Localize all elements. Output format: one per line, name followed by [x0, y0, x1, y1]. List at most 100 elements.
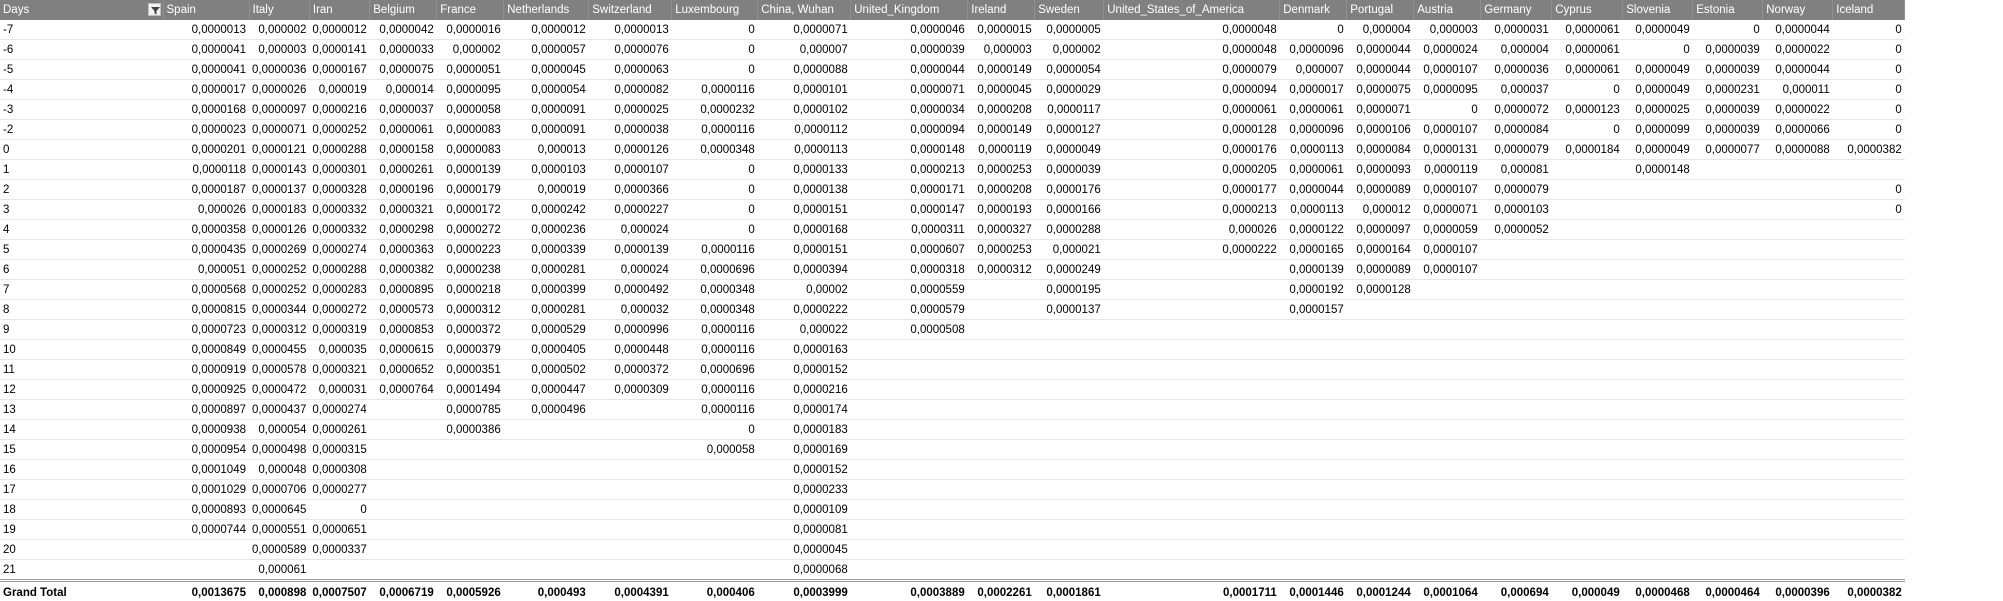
value-cell[interactable]: 0,0000319	[309, 319, 370, 340]
value-cell[interactable]: 0,0000123	[1551, 99, 1623, 120]
value-cell[interactable]	[503, 459, 589, 480]
value-cell[interactable]	[1551, 359, 1623, 380]
value-cell[interactable]	[503, 559, 589, 581]
value-cell[interactable]: 0,0000054	[1034, 59, 1104, 80]
value-cell[interactable]: 0,0000696	[671, 259, 758, 280]
value-cell[interactable]: 0,0000261	[309, 419, 370, 440]
value-cell[interactable]: 0,0000044	[1346, 59, 1414, 80]
value-cell[interactable]	[1622, 199, 1693, 220]
value-cell[interactable]: 0,0000249	[1034, 259, 1104, 280]
value-cell[interactable]	[588, 419, 672, 440]
value-cell[interactable]	[1622, 539, 1693, 560]
value-cell[interactable]: 0,0000012	[309, 20, 370, 40]
value-cell[interactable]: 0,0000045	[503, 59, 589, 80]
value-cell[interactable]: 0,0000321	[309, 359, 370, 380]
value-cell[interactable]: 0,0000075	[1346, 79, 1414, 100]
value-cell[interactable]: 0,0000954	[163, 439, 249, 460]
value-cell[interactable]: 0,0000082	[588, 79, 672, 100]
value-cell[interactable]	[1762, 199, 1833, 220]
value-cell[interactable]: 0,0000039	[1034, 159, 1104, 180]
grand-total-cell[interactable]: 0,0000382	[1832, 579, 1905, 601]
value-cell[interactable]: 0,0000183	[757, 419, 851, 440]
value-cell[interactable]: 0,0000042	[369, 20, 437, 40]
value-cell[interactable]: 0,0000101	[757, 79, 851, 100]
value-cell[interactable]: 0,0000372	[436, 319, 504, 340]
value-cell[interactable]	[1413, 399, 1481, 420]
value-cell[interactable]: 0,0000272	[436, 219, 504, 240]
grand-total-cell[interactable]: 0,000694	[1480, 579, 1552, 601]
grand-total-cell[interactable]: 0,0003999	[757, 579, 851, 601]
value-cell[interactable]	[967, 319, 1035, 340]
value-cell[interactable]: 0,000022	[757, 319, 851, 340]
value-cell[interactable]: 0,0000382	[369, 259, 437, 280]
value-cell[interactable]: 0,0000151	[757, 199, 851, 220]
value-cell[interactable]: 0,0000318	[850, 259, 968, 280]
value-cell[interactable]: 0,0000066	[1762, 119, 1833, 140]
value-cell[interactable]: 0,0000315	[309, 439, 370, 460]
value-cell[interactable]	[1622, 399, 1693, 420]
value-cell[interactable]	[1103, 459, 1280, 480]
value-cell[interactable]	[1832, 339, 1905, 360]
value-cell[interactable]: 0,0000205	[1103, 159, 1280, 180]
column-header[interactable]: Estonia	[1692, 0, 1764, 20]
day-label-cell[interactable]: 0	[0, 139, 163, 160]
value-cell[interactable]: 0,0000061	[369, 119, 437, 140]
value-cell[interactable]: 0,0000327	[967, 219, 1035, 240]
value-cell[interactable]: 0,0000348	[671, 139, 758, 160]
value-cell[interactable]: 0,000012	[1346, 199, 1414, 220]
value-cell[interactable]: 0,0000041	[163, 59, 249, 80]
value-cell[interactable]: 0,0000031	[1480, 20, 1552, 40]
value-cell[interactable]	[1832, 219, 1905, 240]
value-cell[interactable]: 0,0000382	[1832, 139, 1905, 160]
day-label-cell[interactable]: 12	[0, 379, 163, 400]
value-cell[interactable]	[1480, 259, 1552, 280]
value-cell[interactable]: 0,000035	[309, 339, 370, 360]
value-cell[interactable]	[1103, 559, 1280, 581]
value-cell[interactable]	[1762, 279, 1833, 300]
value-cell[interactable]: 0,0000372	[588, 359, 672, 380]
value-cell[interactable]	[1480, 519, 1552, 540]
value-cell[interactable]: 0,0000077	[1692, 139, 1763, 160]
value-cell[interactable]	[1692, 539, 1763, 560]
value-cell[interactable]: 0,0000012	[503, 20, 589, 40]
value-cell[interactable]: 0,0000139	[588, 239, 672, 260]
value-cell[interactable]: 0	[309, 499, 370, 520]
value-cell[interactable]	[1551, 259, 1623, 280]
value-cell[interactable]: 0,0000049	[1034, 139, 1104, 160]
value-cell[interactable]	[850, 539, 968, 560]
value-cell[interactable]: 0,0000044	[1279, 179, 1347, 200]
value-cell[interactable]	[1480, 399, 1552, 420]
value-cell[interactable]: 0	[671, 59, 758, 80]
value-cell[interactable]	[850, 479, 968, 500]
value-cell[interactable]	[1692, 259, 1763, 280]
value-cell[interactable]: 0,0000386	[436, 419, 504, 440]
value-cell[interactable]: 0,0000696	[671, 359, 758, 380]
value-cell[interactable]	[1103, 519, 1280, 540]
value-cell[interactable]: 0,0000063	[588, 59, 672, 80]
day-label-cell[interactable]: 19	[0, 519, 163, 540]
value-cell[interactable]: 0,0000133	[757, 159, 851, 180]
column-header[interactable]: Austria	[1413, 0, 1482, 20]
value-cell[interactable]	[1103, 539, 1280, 560]
value-cell[interactable]: 0,0000321	[369, 199, 437, 220]
value-cell[interactable]	[369, 539, 437, 560]
value-cell[interactable]: 0,0000167	[309, 59, 370, 80]
value-cell[interactable]: 0,0000119	[967, 139, 1035, 160]
value-cell[interactable]	[1832, 379, 1905, 400]
value-cell[interactable]: 0,0000093	[1346, 159, 1414, 180]
column-header[interactable]: Italy	[249, 0, 310, 20]
value-cell[interactable]: 0,0000312	[436, 299, 504, 320]
value-cell[interactable]	[1622, 179, 1693, 200]
value-cell[interactable]: 0,0000044	[850, 59, 968, 80]
value-cell[interactable]	[1622, 459, 1693, 480]
value-cell[interactable]	[1346, 479, 1414, 500]
value-cell[interactable]: 0,0000044	[1762, 59, 1833, 80]
value-cell[interactable]	[850, 379, 968, 400]
value-cell[interactable]: 0,0000091	[503, 99, 589, 120]
value-cell[interactable]	[1413, 439, 1481, 460]
value-cell[interactable]	[1692, 359, 1763, 380]
value-cell[interactable]	[1480, 559, 1552, 581]
value-cell[interactable]	[850, 339, 968, 360]
value-cell[interactable]: 0,0000508	[850, 319, 968, 340]
value-cell[interactable]	[1103, 259, 1280, 280]
